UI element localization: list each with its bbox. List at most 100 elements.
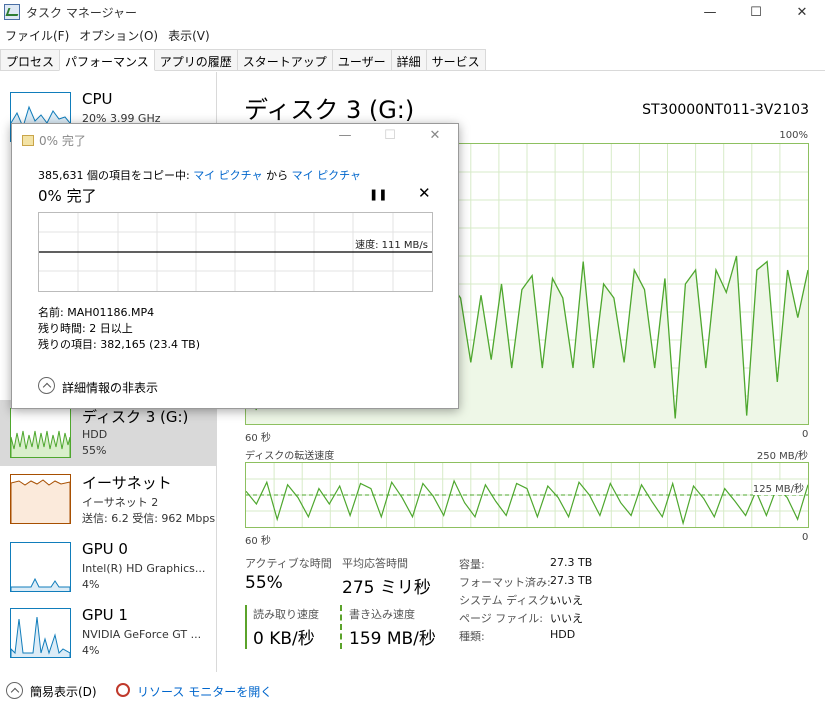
dialog-minimize-button[interactable]: — — [330, 128, 360, 148]
menu-options[interactable]: オプション(O) — [74, 25, 163, 45]
copy-desc-prefix: 385,631 個の項目をコピー中: — [38, 169, 194, 182]
capacity-value: 27.3 TB — [550, 556, 593, 569]
sidebar-item-detail: Intel(R) HD Graphics... — [82, 562, 206, 575]
gpu0-thumbnail — [10, 542, 71, 592]
bottom-bar: 簡易表示(D) リソース モニターを開く — [0, 680, 825, 701]
tab-details[interactable]: 詳細 — [390, 49, 427, 70]
tab-services[interactable]: サービス — [425, 49, 486, 70]
tab-performance[interactable]: パフォーマンス — [59, 49, 155, 71]
transfer-chart-label: ディスクの転送速度 — [245, 451, 335, 462]
tab-users[interactable]: ユーザー — [331, 49, 392, 70]
maximize-button[interactable]: ☐ — [733, 0, 779, 24]
gpu1-thumbnail — [10, 608, 71, 658]
sidebar-item-ethernet[interactable]: イーサネット イーサネット 2 送信: 6.2 受信: 962 Mbps — [0, 466, 216, 532]
sidebar-item-detail: NVIDIA GeForce GT ... — [82, 628, 202, 641]
sidebar-item-label: CPU — [82, 90, 113, 108]
copy-speed-svg — [39, 213, 432, 291]
pause-button[interactable]: ❚❚ — [369, 188, 387, 201]
read-speed-label: 読み取り速度 — [253, 608, 319, 621]
active-time-value: 55% — [245, 573, 283, 593]
sidebar-item-value: 4% — [82, 644, 100, 657]
chevron-up-icon[interactable] — [6, 682, 23, 699]
system-disk-label: システム ディスク: — [459, 594, 554, 607]
sidebar-item-value: 送信: 6.2 受信: 962 Mbps — [82, 512, 216, 525]
task-manager-icon — [4, 4, 20, 20]
close-button[interactable]: ✕ — [779, 0, 825, 24]
dialog-close-button[interactable]: ✕ — [420, 128, 450, 148]
type-label: 種類: — [459, 630, 485, 643]
capacity-label: 容量: — [459, 558, 485, 571]
window-title: タスク マネージャー — [26, 5, 137, 20]
sidebar-item-gpu1[interactable]: GPU 1 NVIDIA GeForce GT ... 4% — [0, 600, 216, 666]
menu-file[interactable]: ファイル(F) — [0, 25, 74, 45]
copy-description: 385,631 個の項目をコピー中: マイ ピクチャ から マイ ピクチャ — [38, 167, 361, 183]
page-file-value: いいえ — [550, 612, 583, 625]
write-speed-label: 書き込み速度 — [349, 608, 415, 621]
dialog-title: 0% 完了 — [39, 134, 86, 148]
copy-speed: 速度: 111 MB/s — [355, 240, 428, 251]
transfer-axis-right: 0 — [802, 532, 809, 543]
sidebar-item-label: GPU 1 — [82, 606, 128, 624]
disk-thumbnail — [10, 408, 71, 458]
formatted-label: フォーマット済み: — [459, 576, 551, 589]
formatted-value: 27.3 TB — [550, 574, 593, 587]
copy-speed-graph: 速度: 111 MB/s — [38, 212, 433, 292]
copy-progress-dialog: 0% 完了 — ☐ ✕ 385,631 個の項目をコピー中: マイ ピクチャ か… — [11, 123, 459, 409]
tab-app-history[interactable]: アプリの履歴 — [153, 49, 238, 70]
menu-view[interactable]: 表示(V) — [163, 25, 215, 45]
system-disk-value: いいえ — [550, 594, 583, 607]
sidebar-item-detail: イーサネット 2 — [82, 496, 159, 509]
response-time-label: 平均応答時間 — [342, 557, 408, 570]
tab-processes[interactable]: プロセス — [0, 49, 61, 70]
page-title: ディスク 3 (G:) — [244, 96, 415, 124]
resource-monitor-icon — [116, 683, 130, 697]
window-controls: — ☐ ✕ — [687, 0, 825, 24]
dialog-maximize-button: ☐ — [384, 128, 396, 143]
resource-monitor-link[interactable]: リソース モニターを開く — [137, 683, 272, 700]
chart-axis-left: 60 秒 — [245, 433, 271, 444]
dialog-title-bar: 0% 完了 — [22, 132, 86, 149]
write-speed-indicator — [340, 605, 342, 649]
response-time-value: 275 ミリ秒 — [342, 578, 431, 598]
folder-icon — [22, 135, 34, 146]
transfer-chart-mid: 125 MB/秒 — [752, 480, 804, 495]
hide-details-button[interactable]: 詳細情報の非表示 — [62, 379, 158, 396]
tab-startup[interactable]: スタートアップ — [236, 49, 333, 70]
read-speed-indicator — [245, 605, 247, 649]
sidebar-item-value: 4% — [82, 578, 100, 591]
destination-folder-link[interactable]: マイ ピクチャ — [292, 169, 361, 182]
chevron-up-icon[interactable] — [38, 377, 55, 394]
sidebar-item-label: イーサネット — [82, 474, 172, 492]
cancel-copy-button[interactable]: ✕ — [418, 184, 431, 202]
chart-max-label: 100% — [779, 130, 808, 141]
sidebar-item-gpu0[interactable]: GPU 0 Intel(R) HD Graphics... 4% — [0, 534, 216, 600]
sidebar-item-disk3[interactable]: ディスク 3 (G:) HDD 55% — [0, 400, 216, 466]
copy-percent: 0% 完了 — [38, 187, 97, 205]
read-speed-value: 0 KB/秒 — [253, 629, 315, 649]
disk-model: ST30000NT011-3V2103 — [642, 102, 809, 118]
time-remaining: 残り時間: 2 日以上 — [38, 322, 133, 335]
sidebar-item-value: 55% — [82, 444, 107, 457]
page-file-label: ページ ファイル: — [459, 612, 543, 625]
transfer-rate-chart: 125 MB/秒 — [245, 462, 809, 528]
transfer-axis-left: 60 秒 — [245, 536, 271, 547]
active-time-label: アクティブな時間 — [245, 557, 332, 570]
transfer-rate-svg — [246, 463, 808, 527]
title-bar: タスク マネージャー — ☐ ✕ — [0, 0, 825, 24]
menu-bar: ファイル(F) オプション(O) 表示(V) — [0, 25, 215, 45]
fewer-details-link[interactable]: 簡易表示(D) — [30, 683, 97, 700]
sidebar-item-label: ディスク 3 (G:) — [82, 408, 189, 426]
source-folder-link[interactable]: マイ ピクチャ — [193, 169, 262, 182]
minimize-button[interactable]: — — [687, 0, 733, 24]
items-remaining: 残りの項目: 382,165 (23.4 TB) — [38, 338, 201, 351]
file-name: 名前: MAH01186.MP4 — [38, 306, 155, 319]
ethernet-thumbnail — [10, 474, 71, 524]
type-value: HDD — [550, 628, 576, 641]
copy-desc-mid: から — [262, 169, 292, 182]
sidebar-item-detail: HDD — [82, 428, 108, 441]
transfer-chart-max: 250 MB/秒 — [756, 451, 808, 462]
chart-axis-right: 0 — [802, 429, 809, 440]
sidebar-item-label: GPU 0 — [82, 540, 128, 558]
write-speed-value: 159 MB/秒 — [349, 629, 436, 649]
tab-bar: プロセス パフォーマンス アプリの履歴 スタートアップ ユーザー 詳細 サービス — [0, 49, 825, 71]
